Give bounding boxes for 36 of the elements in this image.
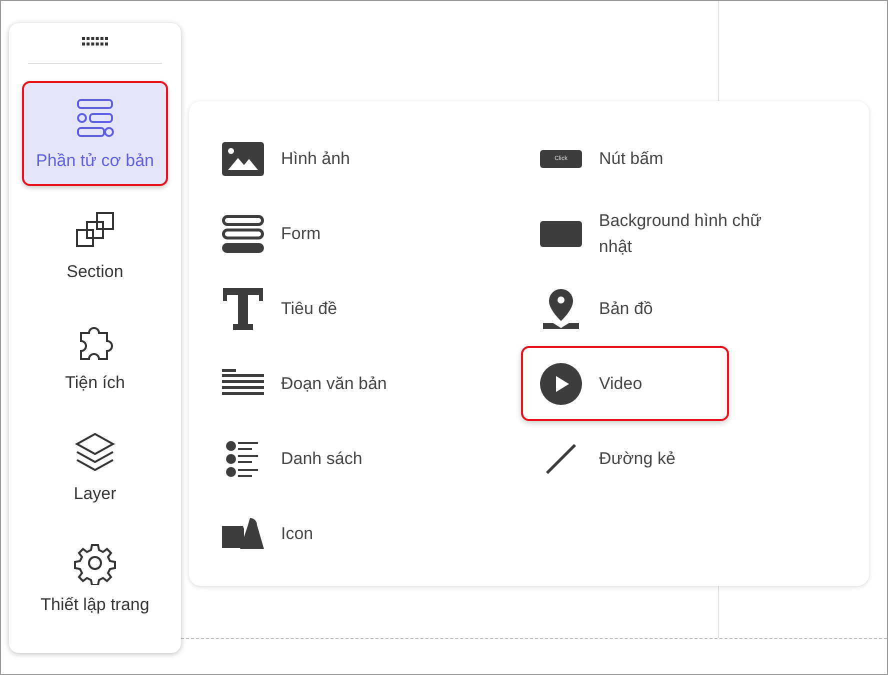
map-pin-icon bbox=[541, 286, 581, 330]
element-label: Hình ảnh bbox=[281, 148, 350, 170]
element-label: Đường kẻ bbox=[599, 448, 676, 470]
element-label: Bản đồ bbox=[599, 298, 653, 320]
element-item[interactable]: Bản đồ bbox=[539, 271, 799, 346]
element-label: Icon bbox=[281, 522, 314, 544]
sidebar-tab[interactable]: Tiện ích bbox=[22, 303, 168, 408]
element-item[interactable]: Form bbox=[221, 196, 481, 271]
element-label: Video bbox=[599, 372, 642, 394]
list-icon bbox=[226, 440, 260, 478]
element-label: Background hình chữ nhật bbox=[598, 210, 763, 258]
element-item[interactable]: Hình ảnh bbox=[221, 121, 481, 196]
element-label: Nút bấm bbox=[599, 148, 664, 170]
element-label: Đoạn văn bản bbox=[281, 372, 387, 394]
shapes-icon bbox=[222, 516, 264, 550]
title-icon bbox=[223, 288, 263, 330]
sidebar-tab[interactable]: Section bbox=[22, 192, 168, 297]
sidebar-tab[interactable]: Phần tử cơ bản bbox=[22, 81, 168, 186]
form-icon bbox=[222, 214, 264, 252]
element-item[interactable]: Icon bbox=[221, 496, 481, 571]
element-item[interactable]: Danh sách bbox=[221, 421, 481, 496]
element-label: Form bbox=[281, 222, 321, 244]
image-icon bbox=[222, 142, 264, 176]
sidebar-tab[interactable]: Thiết lập trang bbox=[22, 525, 168, 630]
sidebar-tab[interactable]: Layer bbox=[22, 414, 168, 519]
element-label: Danh sách bbox=[281, 448, 362, 470]
line-icon bbox=[545, 442, 577, 474]
element-item[interactable]: Background hình chữ nhật bbox=[539, 196, 799, 271]
rectangle-icon bbox=[540, 220, 582, 246]
drag-handle-icon[interactable] bbox=[82, 37, 108, 47]
play-icon bbox=[540, 362, 582, 404]
element-item[interactable]: Đoạn văn bản bbox=[221, 346, 481, 421]
element-item[interactable]: Đường kẻ bbox=[539, 421, 799, 496]
element-item[interactable]: Video bbox=[521, 346, 729, 421]
element-item[interactable]: Tiêu đề bbox=[221, 271, 481, 346]
element-label: Tiêu đề bbox=[281, 298, 338, 320]
